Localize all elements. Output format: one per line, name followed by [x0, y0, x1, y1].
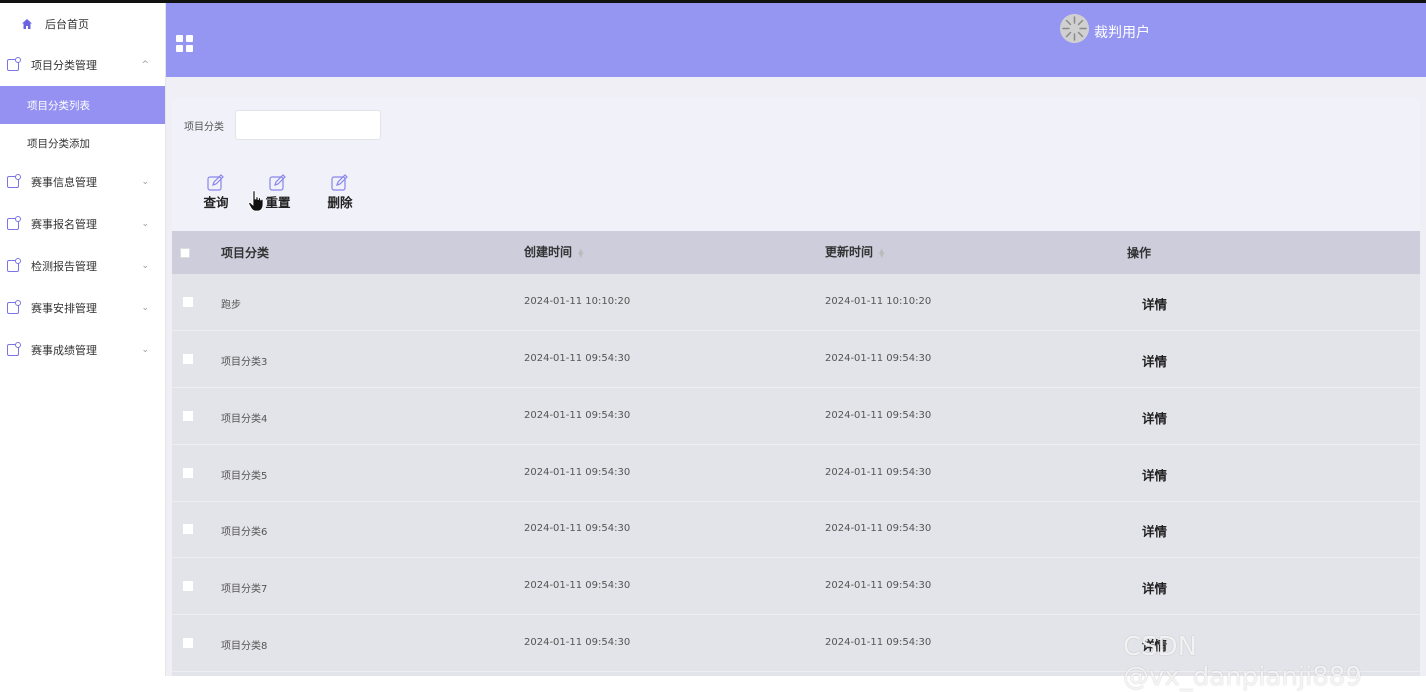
sidebar-subitem-category-list[interactable]: 项目分类列表: [0, 86, 165, 124]
column-header-updated[interactable]: 更新时间 ▲ ▼: [825, 243, 884, 260]
cell-updated: 2024-01-11 10:10:20: [825, 296, 932, 307]
cell-updated: 2024-01-11 09:54:30: [825, 410, 932, 421]
column-header-actions: 操作: [1127, 246, 1152, 260]
cell-category: 项目分类3: [221, 357, 268, 368]
sidebar-item-results[interactable]: 赛事成绩管理 ⌄: [0, 331, 165, 369]
cell-category: 项目分类4: [221, 414, 268, 425]
edit-icon: [269, 174, 286, 191]
cell-updated: 2024-01-11 09:54:30: [825, 467, 932, 478]
sidebar-item-label: 赛事成绩管理: [31, 344, 97, 357]
folder-icon: [7, 174, 21, 188]
cell-category: 跑步: [221, 300, 241, 311]
row-checkbox[interactable]: [183, 468, 193, 478]
row-checkbox[interactable]: [183, 411, 193, 421]
chevron-down-icon: ⌄: [141, 177, 149, 187]
table-row: 项目分类6 2024-01-11 09:54:30 2024-01-11 09:…: [172, 501, 1420, 558]
sort-icon: ▲ ▼: [879, 246, 885, 259]
sidebar-item-label: 赛事信息管理: [31, 176, 97, 189]
row-checkbox[interactable]: [183, 297, 193, 307]
category-table: 项目分类 创建时间 ▲ ▼ 更新时间 ▲ ▼ 操作 跑步 2024-01-11 10:1…: [172, 231, 1420, 676]
delete-button[interactable]: 删除: [322, 174, 358, 212]
cell-created: 2024-01-11 09:54:30: [524, 523, 631, 534]
table-row: 项目分类4 2024-01-11 09:54:30 2024-01-11 09:…: [172, 388, 1420, 445]
menu-grid-icon[interactable]: [176, 35, 193, 52]
cell-updated: 2024-01-11 09:54:30: [825, 353, 932, 364]
sidebar-item-label: 赛事报名管理: [31, 218, 97, 231]
select-all-checkbox[interactable]: [180, 248, 190, 258]
avatar[interactable]: [1060, 14, 1089, 43]
reset-button[interactable]: 重置: [260, 174, 296, 212]
query-button[interactable]: 查询: [198, 174, 234, 212]
hand-cursor-icon: [248, 190, 264, 212]
detail-button[interactable]: 详情: [1142, 294, 1167, 313]
column-header-category: 项目分类: [221, 246, 270, 260]
cell-created: 2024-01-11 09:54:30: [524, 580, 631, 591]
folder-icon: [7, 216, 21, 230]
cell-created: 2024-01-11 09:54:30: [524, 410, 631, 421]
table-row: 项目分类3 2024-01-11 09:54:30 2024-01-11 09:…: [172, 331, 1420, 388]
cell-created: 2024-01-11 09:54:30: [524, 467, 631, 478]
reset-label: 重置: [265, 195, 291, 210]
cell-updated: 2024-01-11 09:54:30: [825, 523, 932, 534]
cell-category: 项目分类6: [221, 527, 268, 538]
sidebar-item-test-report[interactable]: 检测报告管理 ⌄: [0, 247, 165, 285]
chevron-down-icon: ⌄: [141, 261, 149, 271]
column-header-label: 更新时间: [825, 245, 874, 259]
detail-button[interactable]: 详情: [1142, 408, 1167, 427]
column-header-created[interactable]: 创建时间 ▲ ▼: [524, 243, 583, 260]
table-row: 项目分类7 2024-01-11 09:54:30 2024-01-11 09:…: [172, 558, 1420, 615]
row-checkbox[interactable]: [183, 524, 193, 534]
chevron-down-icon: ⌄: [141, 345, 149, 355]
folder-icon: [7, 300, 21, 314]
row-checkbox[interactable]: [183, 354, 193, 364]
table-row: 项目分类5 2024-01-11 09:54:30 2024-01-11 09:…: [172, 445, 1420, 502]
detail-button[interactable]: 详情: [1142, 351, 1167, 370]
sidebar-subitem-category-add[interactable]: 项目分类添加: [0, 124, 165, 162]
delete-label: 删除: [327, 195, 353, 210]
sidebar-item-home[interactable]: 后台首页: [0, 5, 165, 43]
sidebar-item-registration[interactable]: 赛事报名管理 ⌄: [0, 205, 165, 243]
chevron-down-icon: ⌄: [141, 303, 149, 313]
sidebar-item-label: 检测报告管理: [31, 260, 97, 273]
cell-updated: 2024-01-11 09:54:30: [825, 637, 932, 648]
cell-category: 项目分类8: [221, 641, 268, 652]
detail-button[interactable]: 详情: [1142, 578, 1167, 597]
table-header: 项目分类 创建时间 ▲ ▼ 更新时间 ▲ ▼ 操作: [172, 231, 1420, 274]
edit-icon: [331, 174, 348, 191]
row-checkbox[interactable]: [183, 581, 193, 591]
sidebar-item-label: 赛事安排管理: [31, 302, 97, 315]
category-search-input[interactable]: [235, 110, 381, 140]
cell-updated: 2024-01-11 09:54:30: [825, 580, 932, 591]
cell-created: 2024-01-11 09:54:30: [524, 353, 631, 364]
home-icon: [21, 18, 33, 30]
row-checkbox[interactable]: [183, 638, 193, 648]
cell-category: 项目分类5: [221, 471, 268, 482]
query-label: 查询: [203, 195, 229, 210]
sidebar-item-event-info[interactable]: 赛事信息管理 ⌄: [0, 163, 165, 201]
folder-icon: [7, 258, 21, 272]
sidebar-item-project-category[interactable]: 项目分类管理 ^: [0, 46, 165, 84]
detail-button[interactable]: 详情: [1142, 521, 1167, 540]
search-label: 项目分类: [184, 122, 224, 133]
edit-icon: [207, 174, 224, 191]
sidebar-item-label: 后台首页: [45, 18, 89, 31]
sidebar-item-label: 项目分类管理: [31, 59, 97, 72]
top-header: 裁判用户: [166, 3, 1426, 77]
folder-icon: [7, 342, 21, 356]
cell-category: 项目分类7: [221, 584, 268, 595]
detail-button[interactable]: 详情: [1142, 465, 1167, 484]
cell-created: 2024-01-11 10:10:20: [524, 296, 631, 307]
table-row: 项目分类8 2024-01-11 09:54:30 2024-01-11 09:…: [172, 615, 1420, 672]
column-header-label: 创建时间: [524, 245, 573, 259]
username[interactable]: 裁判用户: [1094, 22, 1150, 42]
detail-button[interactable]: 详情: [1142, 635, 1167, 654]
sidebar-item-schedule[interactable]: 赛事安排管理 ⌄: [0, 289, 165, 327]
chevron-down-icon: ⌄: [141, 219, 149, 229]
cell-created: 2024-01-11 09:54:30: [524, 637, 631, 648]
sidebar: 后台首页 项目分类管理 ^ 项目分类列表 项目分类添加 赛事信息管理 ⌄ 赛事报…: [0, 3, 166, 676]
table-row: 跑步 2024-01-11 10:10:20 2024-01-11 10:10:…: [172, 274, 1420, 331]
chevron-up-icon: ^: [141, 60, 149, 70]
sort-icon: ▲ ▼: [578, 246, 584, 259]
folder-icon: [7, 57, 21, 71]
